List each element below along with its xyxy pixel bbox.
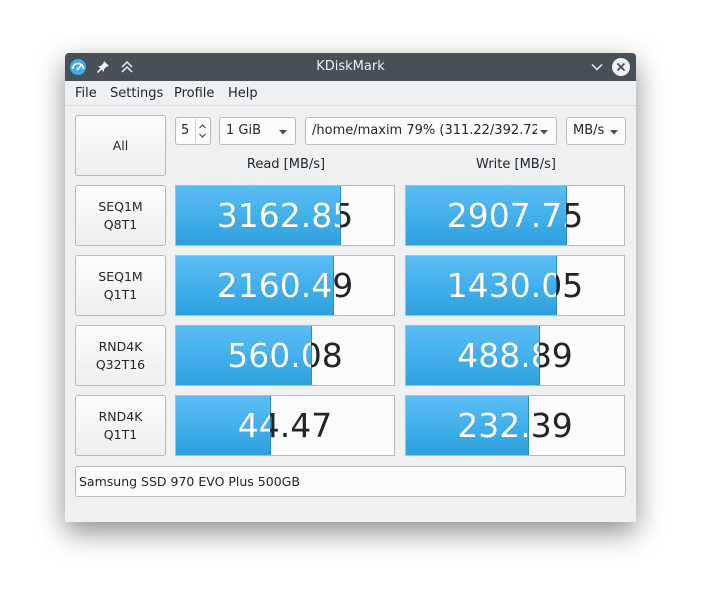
read-value-overlay: 2160.49 bbox=[176, 256, 333, 315]
test-button[interactable]: SEQ1M Q8T1 bbox=[75, 185, 166, 246]
chevron-down-icon[interactable] bbox=[587, 57, 607, 77]
test-params: Q1T1 bbox=[103, 286, 138, 302]
write-value-overlay: 488.89 bbox=[406, 326, 539, 385]
device-name-field: Samsung SSD 970 EVO Plus 500GB bbox=[75, 466, 626, 497]
read-result: 44.4744.47 bbox=[175, 395, 395, 456]
kdiskmark-window: KDiskMark File Settings Profile Help All… bbox=[65, 53, 636, 522]
write-value-highlight: 232.39 bbox=[457, 406, 528, 445]
write-result: 1430.051430.05 bbox=[405, 255, 625, 316]
test-button[interactable]: SEQ1M Q1T1 bbox=[75, 255, 166, 316]
path-combobox[interactable]: /home/maxim 79% (311.22/392.72 Gi bbox=[305, 117, 557, 145]
all-button[interactable]: All bbox=[75, 115, 166, 176]
chevron-down-icon bbox=[539, 126, 549, 136]
read-value-highlight: 44.47 bbox=[237, 406, 270, 445]
test-button-label: RND4K Q1T1 bbox=[76, 408, 165, 444]
read-value-overlay: 3162.85 bbox=[176, 186, 340, 245]
read-result: 560.08560.08 bbox=[175, 325, 395, 386]
write-result: 488.89488.89 bbox=[405, 325, 625, 386]
read-header: Read [MB/s] bbox=[246, 157, 326, 172]
menu-settings[interactable]: Settings bbox=[110, 86, 163, 101]
size-combobox[interactable]: 1 GiB bbox=[219, 117, 296, 145]
menu-help[interactable]: Help bbox=[228, 86, 258, 101]
write-header: Write [MB/s] bbox=[476, 157, 556, 172]
test-name: SEQ1M bbox=[98, 198, 143, 214]
menu-bar: File Settings Profile Help bbox=[65, 81, 636, 106]
test-button[interactable]: RND4K Q1T1 bbox=[75, 395, 166, 456]
test-params: Q32T16 bbox=[95, 356, 146, 372]
unit-value: MB/s bbox=[573, 123, 605, 138]
test-button-label: SEQ1M Q8T1 bbox=[76, 198, 165, 234]
write-value-overlay: 2907.75 bbox=[406, 186, 566, 245]
spin-buttons bbox=[195, 119, 209, 143]
write-value-highlight: 2907.75 bbox=[446, 196, 566, 235]
write-value-highlight: 488.89 bbox=[457, 336, 539, 375]
chevron-down-icon bbox=[278, 126, 288, 136]
window-title: KDiskMark bbox=[316, 59, 385, 74]
write-result: 2907.752907.75 bbox=[405, 185, 625, 246]
loops-value: 5 bbox=[181, 123, 190, 138]
loops-spinbox[interactable]: 5 bbox=[175, 117, 211, 145]
read-value-highlight: 2160.49 bbox=[216, 266, 333, 305]
read-value-highlight: 560.08 bbox=[227, 336, 311, 375]
menu-file[interactable]: File bbox=[75, 86, 97, 101]
read-value-overlay: 44.47 bbox=[176, 396, 270, 455]
title-bar: KDiskMark bbox=[65, 53, 636, 81]
unit-combobox[interactable]: MB/s bbox=[566, 117, 626, 145]
test-button-label: SEQ1M Q1T1 bbox=[76, 268, 165, 304]
write-value-overlay: 232.39 bbox=[406, 396, 528, 455]
read-result: 3162.85 3162.85 bbox=[175, 185, 395, 246]
read-value-highlight: 3162.85 bbox=[216, 196, 340, 235]
write-result: 232.39232.39 bbox=[405, 395, 625, 456]
path-value: /home/maxim 79% (311.22/392.72 Gi bbox=[312, 123, 537, 138]
test-params: Q8T1 bbox=[103, 216, 138, 232]
test-button-label: RND4K Q32T16 bbox=[76, 338, 165, 374]
test-name: RND4K bbox=[98, 408, 143, 424]
test-name: RND4K bbox=[98, 338, 143, 354]
test-button[interactable]: RND4K Q32T16 bbox=[75, 325, 166, 386]
all-button-label: All bbox=[112, 137, 129, 153]
write-value-overlay: 1430.05 bbox=[406, 256, 556, 315]
device-name: Samsung SSD 970 EVO Plus 500GB bbox=[79, 474, 300, 489]
chevron-down-icon bbox=[609, 126, 619, 136]
size-value: 1 GiB bbox=[226, 123, 262, 138]
close-icon[interactable] bbox=[611, 57, 631, 77]
test-name: SEQ1M bbox=[98, 268, 143, 284]
test-params: Q1T1 bbox=[103, 426, 138, 442]
write-value-highlight: 1430.05 bbox=[446, 266, 556, 305]
menu-profile[interactable]: Profile bbox=[174, 86, 214, 101]
read-value-overlay: 560.08 bbox=[176, 326, 311, 385]
read-result: 2160.492160.49 bbox=[175, 255, 395, 316]
